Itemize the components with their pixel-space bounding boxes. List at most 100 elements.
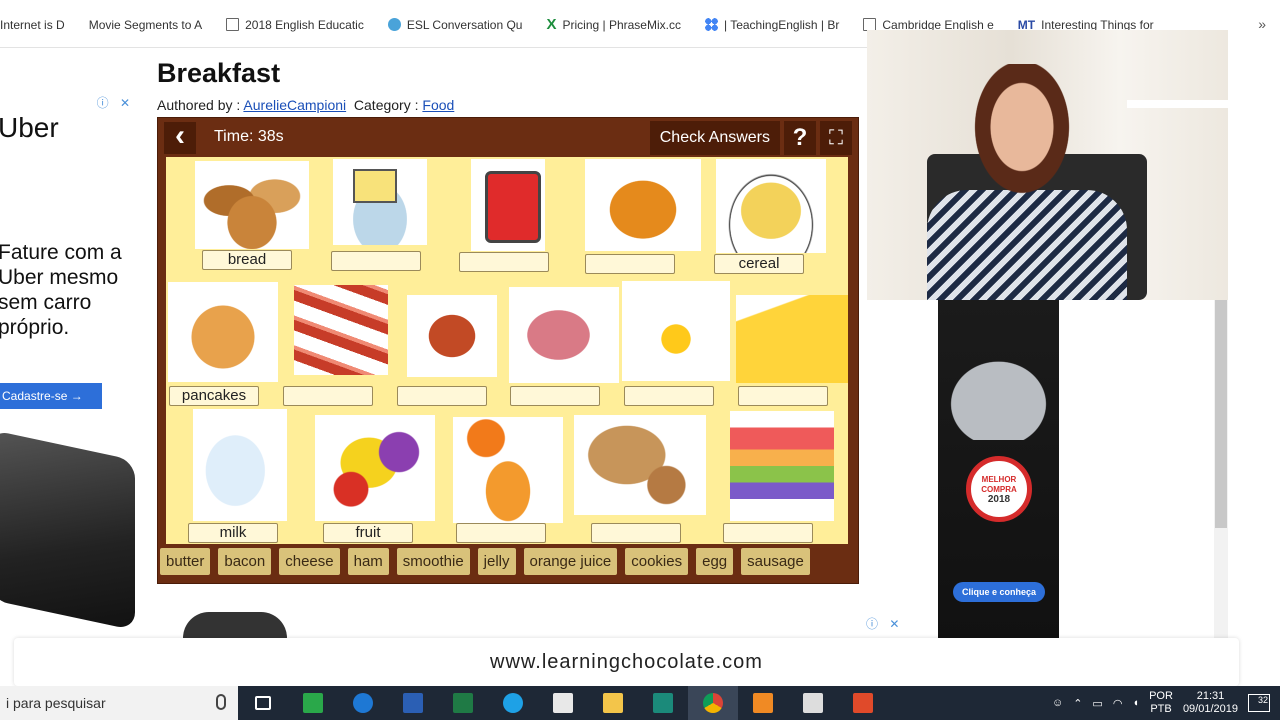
bread-image: [195, 161, 309, 249]
ad-info-icon[interactable]: ⓘ ✕: [97, 94, 134, 111]
word-chip[interactable]: egg: [696, 548, 734, 575]
webcam-overlay: [867, 30, 1228, 300]
excel-icon[interactable]: [438, 686, 488, 720]
back-button[interactable]: ‹: [164, 121, 196, 154]
bookmark-5[interactable]: | TeachingEnglish | Br: [704, 17, 840, 32]
doc-icon: [226, 18, 240, 31]
word-bank: butter bacon cheese ham smoothie jelly o…: [160, 548, 810, 575]
taskbar-search[interactable]: i para pesquisar: [0, 686, 238, 720]
bookmarks-overflow-button[interactable]: »: [1258, 16, 1266, 32]
camtasia-icon[interactable]: [288, 686, 338, 720]
chrome-icon[interactable]: [688, 686, 738, 720]
word-chip[interactable]: sausage: [741, 548, 810, 575]
bookmark-2[interactable]: 2018 English Educatic: [226, 18, 364, 32]
notes-icon[interactable]: [788, 686, 838, 720]
milk-image: [193, 409, 287, 521]
publisher-icon[interactable]: [638, 686, 688, 720]
bookmark-4[interactable]: X Pricing | PhraseMix.cc: [546, 16, 681, 33]
answer-slot-cheese[interactable]: [738, 386, 828, 406]
left-ad[interactable]: ⓘ ✕ Uber Fature com a Uber mesmo sem car…: [0, 90, 140, 638]
mic-icon[interactable]: [216, 694, 226, 710]
answer-slot-butter[interactable]: [331, 251, 421, 271]
fruit-image: [315, 415, 435, 521]
bookmark-1[interactable]: Movie Segments to A: [89, 18, 202, 32]
smoothie-image: [730, 411, 834, 521]
ad-car-image: [183, 612, 287, 638]
ad-text: Fature com a Uber mesmo sem carro própri…: [0, 241, 122, 339]
bookmark-label: Pricing | PhraseMix.cc: [562, 17, 681, 32]
squares-icon: [704, 18, 718, 31]
word-icon[interactable]: [388, 686, 438, 720]
word-chip[interactable]: smoothie: [396, 548, 470, 575]
people-icon[interactable]: ☺: [1052, 697, 1063, 709]
badge-year: 2018: [987, 494, 1011, 505]
ad-cta-button[interactable]: Clique e conheça: [953, 582, 1045, 602]
answer-slot-cereal[interactable]: cereal: [714, 254, 804, 274]
ad-brand: Uber: [0, 112, 59, 143]
battery-icon[interactable]: ▭: [1092, 697, 1102, 710]
word-chip[interactable]: ham: [347, 548, 389, 575]
wifi-icon[interactable]: ◠: [1113, 697, 1123, 710]
skype-icon[interactable]: [488, 686, 538, 720]
file-explorer-icon[interactable]: [588, 686, 638, 720]
bookmark-label: Internet is D: [0, 17, 65, 32]
bookmark-label: ESL Conversation Qu: [406, 17, 523, 32]
help-button[interactable]: ?: [784, 121, 816, 155]
answer-slot-pancakes[interactable]: pancakes: [169, 386, 259, 406]
ad-info-icon[interactable]: ⓘ ✕: [866, 615, 903, 632]
clock[interactable]: 21:31 09/01/2019: [1183, 690, 1238, 716]
taskbar: i para pesquisar ☺ ⌃ ▭ ◠ ◖ POR PTB 21:31…: [0, 686, 1280, 720]
answer-slot-smoothie[interactable]: [723, 523, 813, 543]
answer-slot-jelly[interactable]: [459, 252, 549, 272]
word-chip[interactable]: jelly: [477, 548, 516, 575]
bookmark-label: | TeachingEnglish | Br: [723, 17, 840, 32]
answer-slot-egg[interactable]: [624, 386, 714, 406]
page-title: Breakfast: [157, 58, 281, 88]
word-chip[interactable]: cheese: [279, 548, 340, 575]
notifications-icon[interactable]: 32: [1248, 694, 1270, 712]
bookmark-label: Movie Segments to A: [88, 17, 203, 32]
ad-cta-button[interactable]: Cadastre-se →: [0, 383, 102, 409]
answer-slot-sausage[interactable]: [397, 386, 487, 406]
bookmark-3[interactable]: ESL Conversation Qu: [387, 17, 523, 32]
word-chip[interactable]: bacon: [218, 548, 272, 575]
author-link[interactable]: AurelieCampioni: [243, 97, 346, 113]
volume-icon[interactable]: ◖: [1132, 697, 1139, 709]
task-view-icon[interactable]: [238, 686, 288, 720]
answer-slot-croissant[interactable]: [585, 254, 675, 274]
answer-slot-milk[interactable]: milk: [188, 523, 278, 543]
car-image: [938, 350, 1059, 440]
answer-slot-cookies[interactable]: [591, 523, 681, 543]
answer-slot-fruit[interactable]: fruit: [323, 523, 413, 543]
presenter-shirt: [927, 190, 1127, 300]
url-banner: www.learningchocolate.com: [14, 638, 1239, 686]
cheese-image: [736, 295, 848, 383]
system-tray: ☺ ⌃ ▭ ◠ ◖ POR PTB 21:31 09/01/2019 32: [1052, 690, 1280, 716]
cereal-image: [716, 159, 826, 253]
category-link[interactable]: Food: [422, 97, 454, 113]
fullscreen-button[interactable]: ⛶: [820, 121, 852, 155]
word-chip[interactable]: butter: [160, 548, 211, 575]
camtasia-recorder-icon[interactable]: [838, 686, 888, 720]
timer-label: Time:: [214, 128, 254, 145]
right-ad[interactable]: MELHOR COMPRA 2018 Clique e conheça: [938, 300, 1059, 638]
edge-icon[interactable]: [338, 686, 388, 720]
bookmark-0[interactable]: Internet is D: [0, 18, 65, 32]
answer-slot-orange-juice[interactable]: [456, 523, 546, 543]
answer-slot-ham[interactable]: [510, 386, 600, 406]
check-answers-button[interactable]: Check Answers: [649, 121, 780, 155]
word-chip[interactable]: orange juice: [523, 548, 618, 575]
answer-slot-bacon[interactable]: [283, 386, 373, 406]
paint-icon[interactable]: [738, 686, 788, 720]
store-icon[interactable]: [538, 686, 588, 720]
egg-image: [622, 281, 730, 381]
language-indicator[interactable]: POR PTB: [1149, 690, 1173, 716]
category-label: Category :: [353, 97, 419, 113]
background-shelf: [1127, 100, 1228, 108]
word-chip[interactable]: cookies: [625, 548, 689, 575]
scrollbar-thumb[interactable]: [1215, 300, 1227, 528]
game-toolbar: ‹ Time: 38s Check Answers ? ⛶: [158, 118, 858, 156]
timer: Time: 38s: [214, 128, 284, 146]
answer-slot-bread[interactable]: bread: [202, 250, 292, 270]
chevron-up-icon[interactable]: ⌃: [1073, 697, 1082, 710]
